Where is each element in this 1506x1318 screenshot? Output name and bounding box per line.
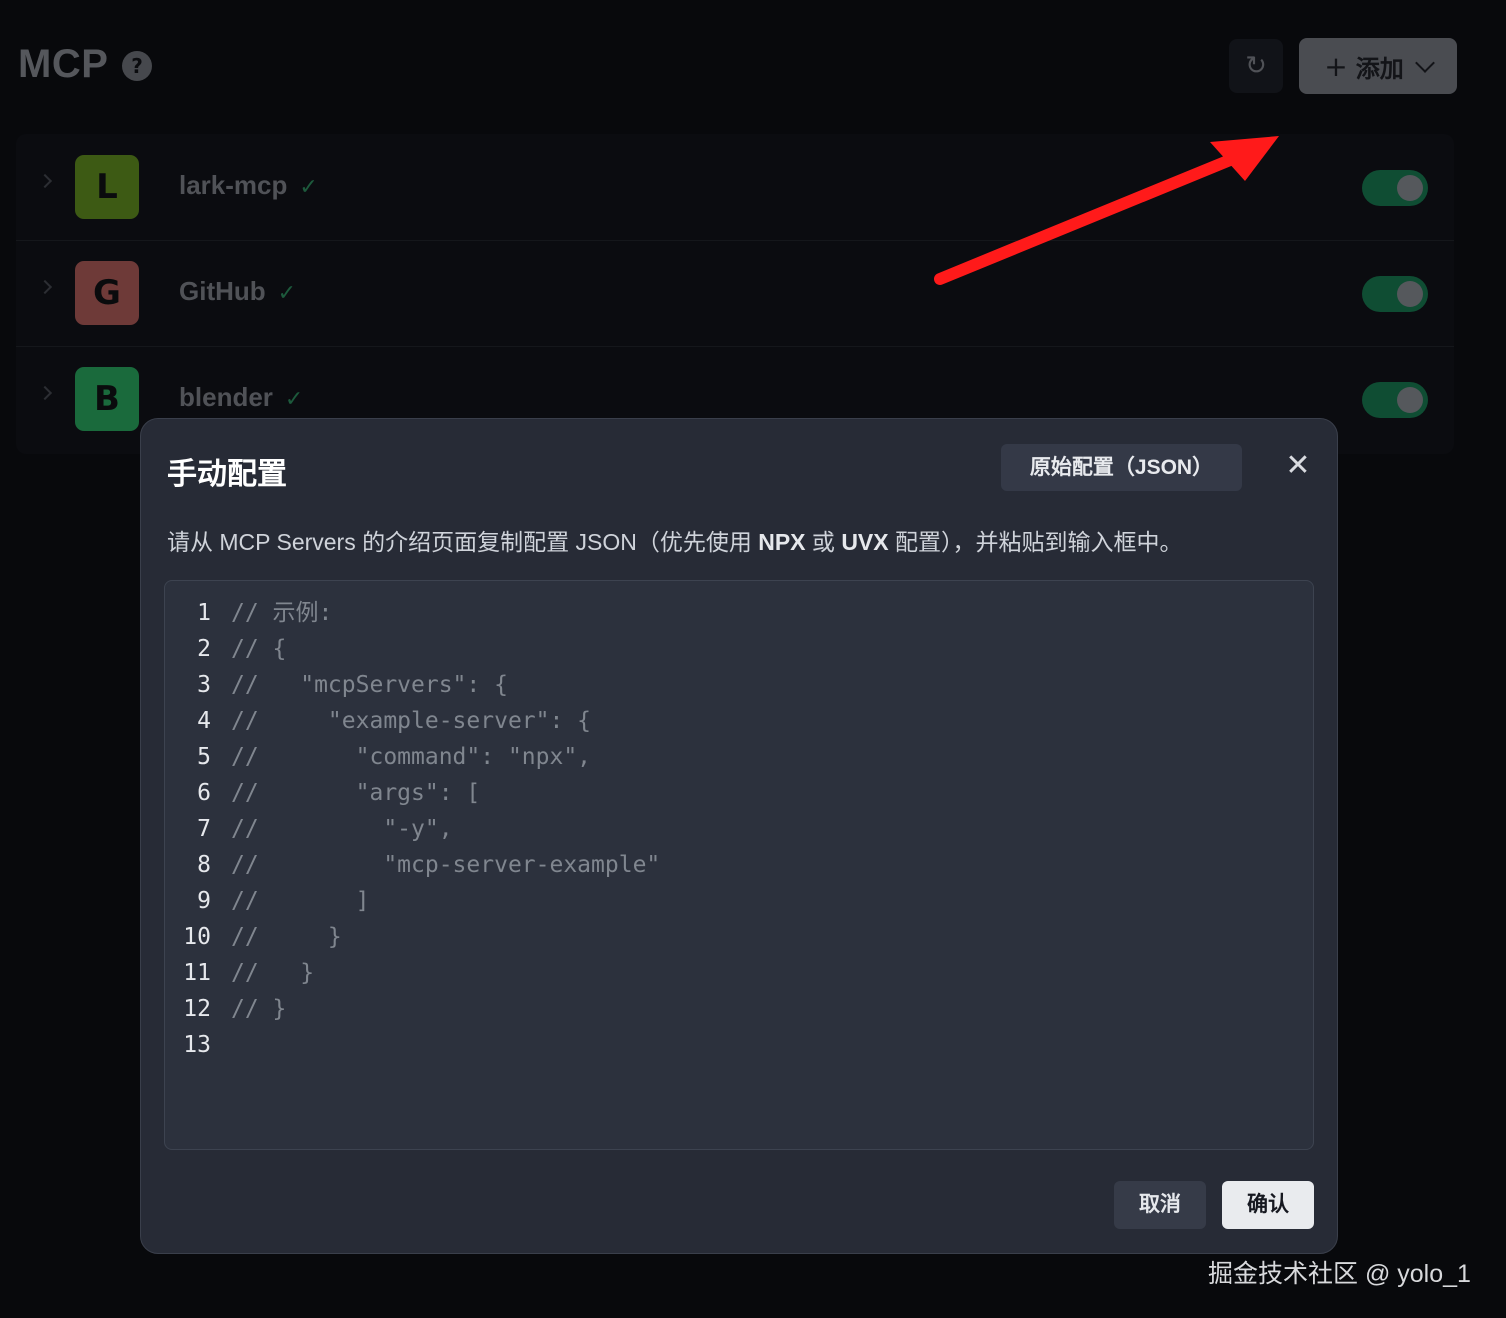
check-icon: ✓: [299, 175, 318, 200]
line-number: 3: [197, 672, 211, 698]
chevron-down-icon: [1414, 53, 1435, 73]
refresh-button[interactable]: ↻: [1229, 39, 1283, 93]
desc-part: 请从 MCP Servers 的介绍页面复制配置 JSON（优先使用: [167, 529, 759, 555]
server-enable-toggle[interactable]: [1362, 382, 1428, 418]
line-number: 8: [197, 852, 211, 878]
server-avatar: G: [75, 261, 139, 325]
plus-icon: +: [1324, 49, 1348, 83]
json-code-editor[interactable]: 1 // 示例: 2 // { 3 // "mcpServers": { 4 // "e…: [164, 580, 1314, 1150]
chevron-right-icon[interactable]: [37, 173, 53, 189]
manual-config-dialog: 手动配置 原始配置（JSON） ✕ 请从 MCP Servers 的介绍页面复制…: [140, 418, 1338, 1254]
code-line: 8 // "mcp-server-example": [165, 847, 1313, 883]
code-line: 10 // }: [165, 919, 1313, 955]
code-text: // {: [231, 636, 287, 662]
desc-part: 或: [805, 529, 842, 555]
raw-json-config-button[interactable]: 原始配置（JSON）: [1001, 444, 1242, 491]
code-text: // }: [231, 996, 287, 1022]
help-icon[interactable]: ?: [122, 51, 152, 81]
code-text: // }: [231, 924, 342, 950]
desc-uvx: UVX: [841, 529, 889, 555]
toggle-knob: [1397, 281, 1423, 307]
server-row-lark-mcp[interactable]: L lark-mcp ✓: [16, 134, 1454, 241]
code-text: // "example-server": {: [231, 708, 592, 734]
code-line: 5 // "command": "npx",: [165, 739, 1313, 775]
desc-part: 配置），并粘贴到输入框中。: [888, 529, 1183, 555]
chevron-right-icon[interactable]: [37, 279, 53, 295]
mcp-settings-page: MCP ? ↻ + 添加 L lark-mcp ✓ G GitHub ✓ B b…: [0, 0, 1506, 1318]
code-line: 3 // "mcpServers": {: [165, 667, 1313, 703]
check-icon: ✓: [277, 281, 297, 306]
line-number: 6: [197, 780, 211, 806]
server-name: blender ✓: [179, 382, 303, 413]
server-avatar: L: [75, 155, 139, 219]
server-enable-toggle[interactable]: [1362, 170, 1428, 206]
code-line: 9 // ]: [165, 883, 1313, 919]
line-number: 4: [197, 708, 211, 734]
watermark: 掘金技术社区 @ yolo_1: [1208, 1260, 1471, 1288]
cancel-button[interactable]: 取消: [1114, 1181, 1206, 1229]
close-icon[interactable]: ✕: [1281, 449, 1315, 483]
chevron-right-icon[interactable]: [37, 385, 53, 401]
server-row-github[interactable]: G GitHub ✓: [16, 240, 1454, 347]
page-title: MCP: [18, 42, 109, 86]
code-line: 2 // {: [165, 631, 1313, 667]
code-line: 4 // "example-server": {: [165, 703, 1313, 739]
code-text: // "mcpServers": {: [231, 672, 508, 698]
check-icon: ✓: [284, 387, 304, 412]
code-text: // ]: [231, 888, 370, 914]
code-text: // "command": "npx",: [231, 744, 592, 770]
code-line: 1 // 示例:: [165, 595, 1313, 631]
refresh-icon: ↻: [1245, 51, 1267, 81]
code-line: 7 // "-y",: [165, 811, 1313, 847]
dialog-description: 请从 MCP Servers 的介绍页面复制配置 JSON（优先使用 NPX 或…: [167, 523, 1183, 557]
code-text: // "-y",: [231, 816, 453, 842]
code-line: 11 // }: [165, 955, 1313, 991]
add-button-label: 添加: [1355, 55, 1404, 83]
toggle-knob: [1397, 175, 1423, 201]
server-list: L lark-mcp ✓ G GitHub ✓ B blender ✓: [16, 134, 1454, 454]
toggle-knob: [1397, 387, 1423, 413]
line-number: 2: [197, 636, 211, 662]
code-text: // "mcp-server-example": [231, 852, 661, 878]
add-button[interactable]: + 添加: [1299, 38, 1457, 94]
code-text: // "args": [: [231, 780, 481, 806]
server-name: GitHub ✓: [179, 276, 296, 307]
dialog-title: 手动配置: [167, 458, 287, 491]
line-number: 10: [183, 924, 211, 950]
server-name: lark-mcp ✓: [179, 170, 318, 201]
code-line: 13: [165, 1027, 1313, 1063]
line-number: 11: [183, 960, 211, 986]
line-number: 12: [183, 996, 211, 1022]
line-number: 7: [197, 816, 211, 842]
server-name-text: GitHub: [179, 276, 266, 306]
server-enable-toggle[interactable]: [1362, 276, 1428, 312]
code-text: // 示例:: [231, 600, 333, 626]
line-number: 13: [183, 1032, 211, 1058]
code-line: 12 // }: [165, 991, 1313, 1027]
server-name-text: lark-mcp: [179, 170, 288, 200]
server-avatar: B: [75, 367, 139, 431]
line-number: 9: [197, 888, 211, 914]
server-name-text: blender: [179, 382, 273, 412]
code-line: 6 // "args": [: [165, 775, 1313, 811]
code-text: // }: [231, 960, 315, 986]
confirm-button[interactable]: 确认: [1222, 1181, 1314, 1229]
line-number: 5: [197, 744, 211, 770]
line-number: 1: [197, 600, 211, 626]
desc-npx: NPX: [758, 529, 806, 555]
